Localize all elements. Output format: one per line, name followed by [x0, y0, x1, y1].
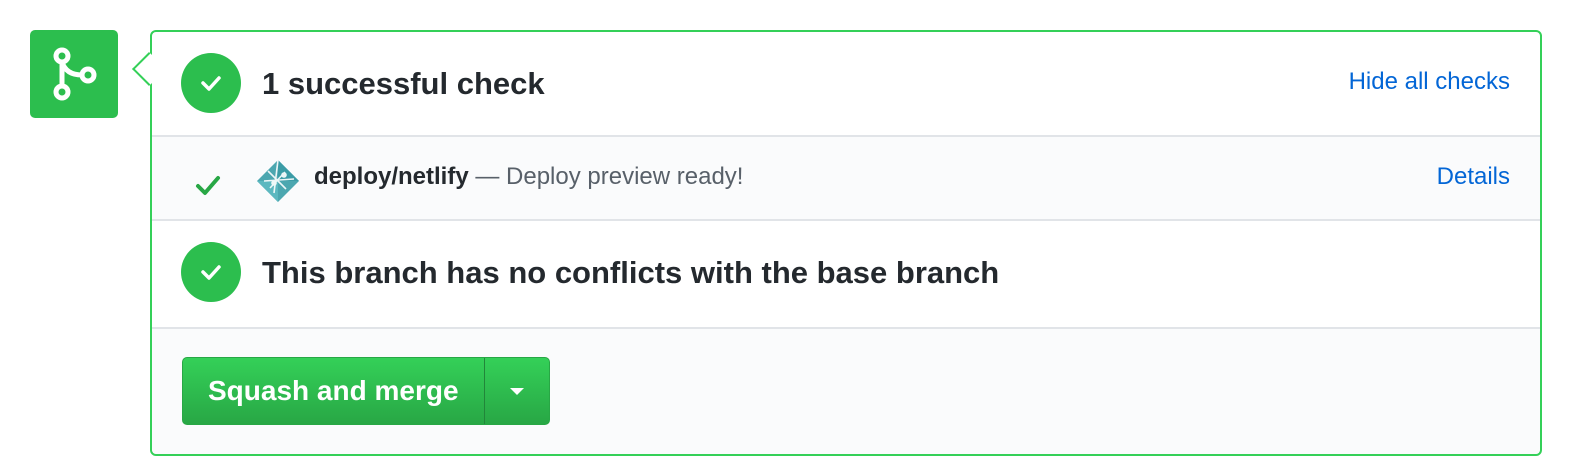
- checks-section: 1 successful check Hide all checks: [152, 32, 1540, 137]
- no-conflicts-message: This branch has no conflicts with the ba…: [262, 255, 1000, 290]
- squash-and-merge-button[interactable]: Squash and merge: [183, 358, 484, 424]
- details-link[interactable]: Details: [1437, 163, 1510, 191]
- netlify-check-description: — Deploy preview ready!: [468, 163, 744, 190]
- check-icon: [181, 53, 241, 113]
- netlify-logo-icon: [257, 159, 299, 202]
- netlify-check-row: deploy/netlify — Deploy preview ready! D…: [152, 137, 1540, 221]
- git-merge-icon: [30, 30, 118, 118]
- merge-options-dropdown-button[interactable]: [483, 358, 549, 424]
- check-icon: [196, 176, 220, 195]
- check-icon: [181, 242, 241, 302]
- conflicts-section: This branch has no conflicts with the ba…: [152, 221, 1540, 329]
- netlify-check-name: deploy/netlify: [314, 163, 469, 190]
- netlify-status-text: deploy/netlify — Deploy preview ready!: [314, 163, 743, 191]
- merge-button-group: Squash and merge: [182, 357, 550, 425]
- merge-section: Squash and merge: [152, 329, 1540, 454]
- checks-summary: 1 successful check: [262, 66, 545, 101]
- caret-down-icon: [509, 387, 524, 395]
- hide-all-checks-link[interactable]: Hide all checks: [1349, 68, 1510, 96]
- merge-status-panel: 1 successful check Hide all checks deplo…: [150, 30, 1542, 456]
